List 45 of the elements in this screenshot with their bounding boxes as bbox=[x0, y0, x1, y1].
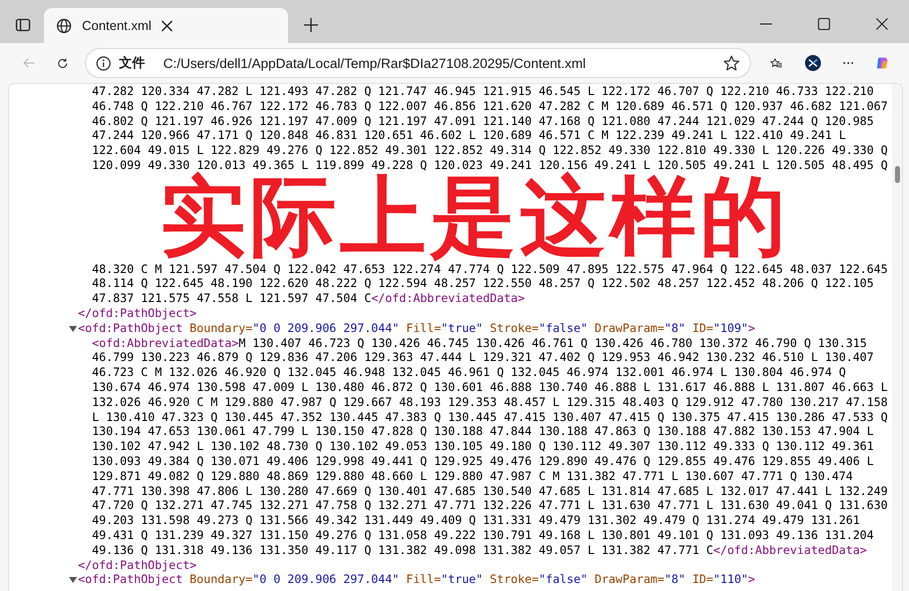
xml-line: 120.099 49.330 120.013 49.365 L 119.899 49.228 Q 120.023 49.241 120.156 49.241 L 120.505 49.241 L 120.505 48.495 Q bbox=[92, 158, 888, 172]
xml-line: </ofd:PathObject> bbox=[78, 558, 197, 572]
close-icon[interactable] bbox=[876, 18, 888, 30]
globe-icon bbox=[56, 18, 72, 34]
xml-line: </ofd:PathObject> bbox=[78, 306, 197, 321]
xml-line: 48.320 C M 121.597 47.504 Q 122.042 47.653 122.274 47.774 Q 122.509 47.895 122.575 47.964 Q 122.645 48.037 122.645 bbox=[92, 262, 888, 276]
xml-line: <ofd:PathObject Boundary="0 0 209.906 297.044" Fill="true" Stroke="false" DrawParam="8" ID="109"> bbox=[78, 320, 756, 336]
xml-line: 46.748 Q 122.210 46.767 122.172 46.783 Q 122.007 46.856 121.620 47.282 C M 120.689 46.571 Q 120.937 46.682 121.067 bbox=[92, 98, 888, 114]
close-icon[interactable] bbox=[161, 20, 174, 32]
xml-line: 130.194 47.653 130.061 47.799 L 130.150 47.828 Q 130.188 47.844 130.188 47.863 Q 130.188 47.882 130.153 47.904 L bbox=[92, 424, 874, 440]
scrollbar[interactable] bbox=[892, 84, 902, 591]
xml-line: 130.102 47.942 L 130.102 48.730 Q 130.102 49.053 130.105 49.180 Q 130.112 49.307 130.112 49.333 Q 130.112 49.361 bbox=[92, 439, 874, 454]
xml-line: 47.720 Q 132.271 47.745 132.271 47.758 Q 132.271 47.771 132.226 47.771 L 131.630 47.771 L 131.630 49.041 Q 131.630 bbox=[92, 498, 888, 514]
url-text: C:/Users/dell1/AppData/Local/Temp/Rar$DIa27108.20295/Content.xml bbox=[163, 56, 586, 70]
xml-line: 49.203 131.598 49.273 Q 131.566 49.342 131.449 49.409 Q 131.331 49.479 131.302 49.479 Q 131.274 49.479 131.261 bbox=[92, 513, 860, 528]
xml-line: <ofd:AbbreviatedData>M 130.407 46.723 Q 130.426 46.745 130.426 46.761 Q 130.426 46.780 130.372 46.790 Q 130.315 bbox=[92, 336, 867, 350]
annotation-text: 实际上是这样的 bbox=[160, 172, 790, 262]
xml-line: 46.802 Q 121.197 46.926 121.197 47.009 Q 121.197 47.091 121.140 47.168 Q 121.080 47.244 121.029 47.244 Q 120.985 bbox=[92, 114, 874, 128]
xml-line: 47.837 121.575 47.558 L 121.597 47.504 C</ofd:AbbreviatedData> bbox=[92, 291, 525, 306]
xml-line: 129.871 49.082 Q 129.880 48.869 129.880 48.660 L 129.880 47.987 C M 131.382 47.771 L 130.607 47.771 Q 130.474 bbox=[92, 468, 853, 484]
xml-line: 47.771 130.398 47.806 L 130.280 47.669 Q 130.401 47.685 130.540 47.685 L 131.814 47.685 L 132.017 47.441 L 132.249 bbox=[92, 484, 888, 498]
scheme-label: 文件 bbox=[119, 54, 146, 72]
xml-line: 48.114 Q 122.645 48.190 122.620 48.222 Q 122.594 48.257 122.550 48.257 Q 122.502 48.257 122.452 48.206 Q 122.105 bbox=[92, 276, 874, 292]
info-icon[interactable] bbox=[96, 56, 112, 70]
expand-toggle-icon[interactable] bbox=[69, 576, 77, 584]
maximize-icon[interactable] bbox=[818, 18, 830, 30]
xml-line: L 130.410 47.323 Q 130.445 47.352 130.445 47.383 Q 130.445 47.415 130.407 47.415 Q 130.375 47.415 130.286 47.533 Q bbox=[92, 410, 888, 424]
xml-line: 130.674 46.974 130.598 47.009 L 130.480 46.872 Q 130.601 46.888 130.740 46.888 L 131.617 46.888 L 131.807 46.663 L bbox=[92, 380, 888, 395]
star-icon[interactable] bbox=[723, 54, 740, 72]
more-icon[interactable] bbox=[842, 61, 854, 65]
new-tab-icon[interactable] bbox=[304, 18, 318, 32]
xml-line: 46.799 130.223 46.879 Q 129.836 47.206 129.363 47.444 L 129.321 47.402 Q 129.953 46.942 130.232 46.510 L 130.407 bbox=[92, 350, 874, 366]
address-bar[interactable]: 文件 C:/Users/dell1/AppData/Local/Temp/Rar$DIa27108.20295/Content.xml bbox=[85, 48, 752, 78]
xml-line: 46.723 C M 132.026 46.920 Q 132.045 46.948 132.045 46.961 Q 132.045 46.974 132.001 46.974 L 130.804 46.974 Q bbox=[92, 365, 846, 380]
xml-line: 47.282 120.334 47.282 L 121.493 47.282 Q 121.747 46.945 121.915 46.545 L 122.172 46.707 Q 122.210 46.733 122.210 bbox=[92, 84, 874, 99]
xml-line: 47.244 120.966 47.171 Q 120.848 46.831 120.651 46.602 L 120.689 46.571 C M 122.239 49.241 L 122.410 49.241 L bbox=[92, 128, 846, 144]
xml-line: 122.604 49.015 L 122.829 49.276 Q 122.852 49.301 122.852 49.314 Q 122.852 49.330 122.810 49.330 L 120.226 49.330 Q bbox=[92, 143, 888, 158]
xml-line: <ofd:PathObject Boundary="0 0 209.906 297.044" Fill="true" Stroke="false" DrawParam="8" ID="110"> bbox=[78, 572, 756, 588]
browser-tab[interactable]: Content.xml bbox=[44, 8, 288, 43]
xml-line: 130.093 49.384 Q 130.071 49.406 129.998 49.441 Q 129.925 49.476 129.890 49.476 Q 129.855 49.476 129.855 49.406 L bbox=[92, 454, 874, 469]
xml-line: 49.431 Q 131.239 49.327 131.150 49.276 Q 131.058 49.222 130.791 49.168 L 130.801 49.101 Q 131.093 49.136 131.204 bbox=[92, 528, 874, 543]
scrollbar-thumb[interactable] bbox=[895, 166, 900, 183]
xml-line: 49.136 Q 131.318 49.136 131.350 49.117 Q 131.382 49.098 131.382 49.057 L 131.382 47.771 C</ofd:AbbreviatedData> bbox=[92, 542, 867, 558]
expand-toggle-icon[interactable] bbox=[69, 324, 77, 333]
xml-line: 132.026 46.920 C M 129.880 47.987 Q 129.667 48.193 129.353 48.457 L 129.315 48.403 Q 129.912 47.780 130.217 47.158 bbox=[92, 394, 888, 410]
